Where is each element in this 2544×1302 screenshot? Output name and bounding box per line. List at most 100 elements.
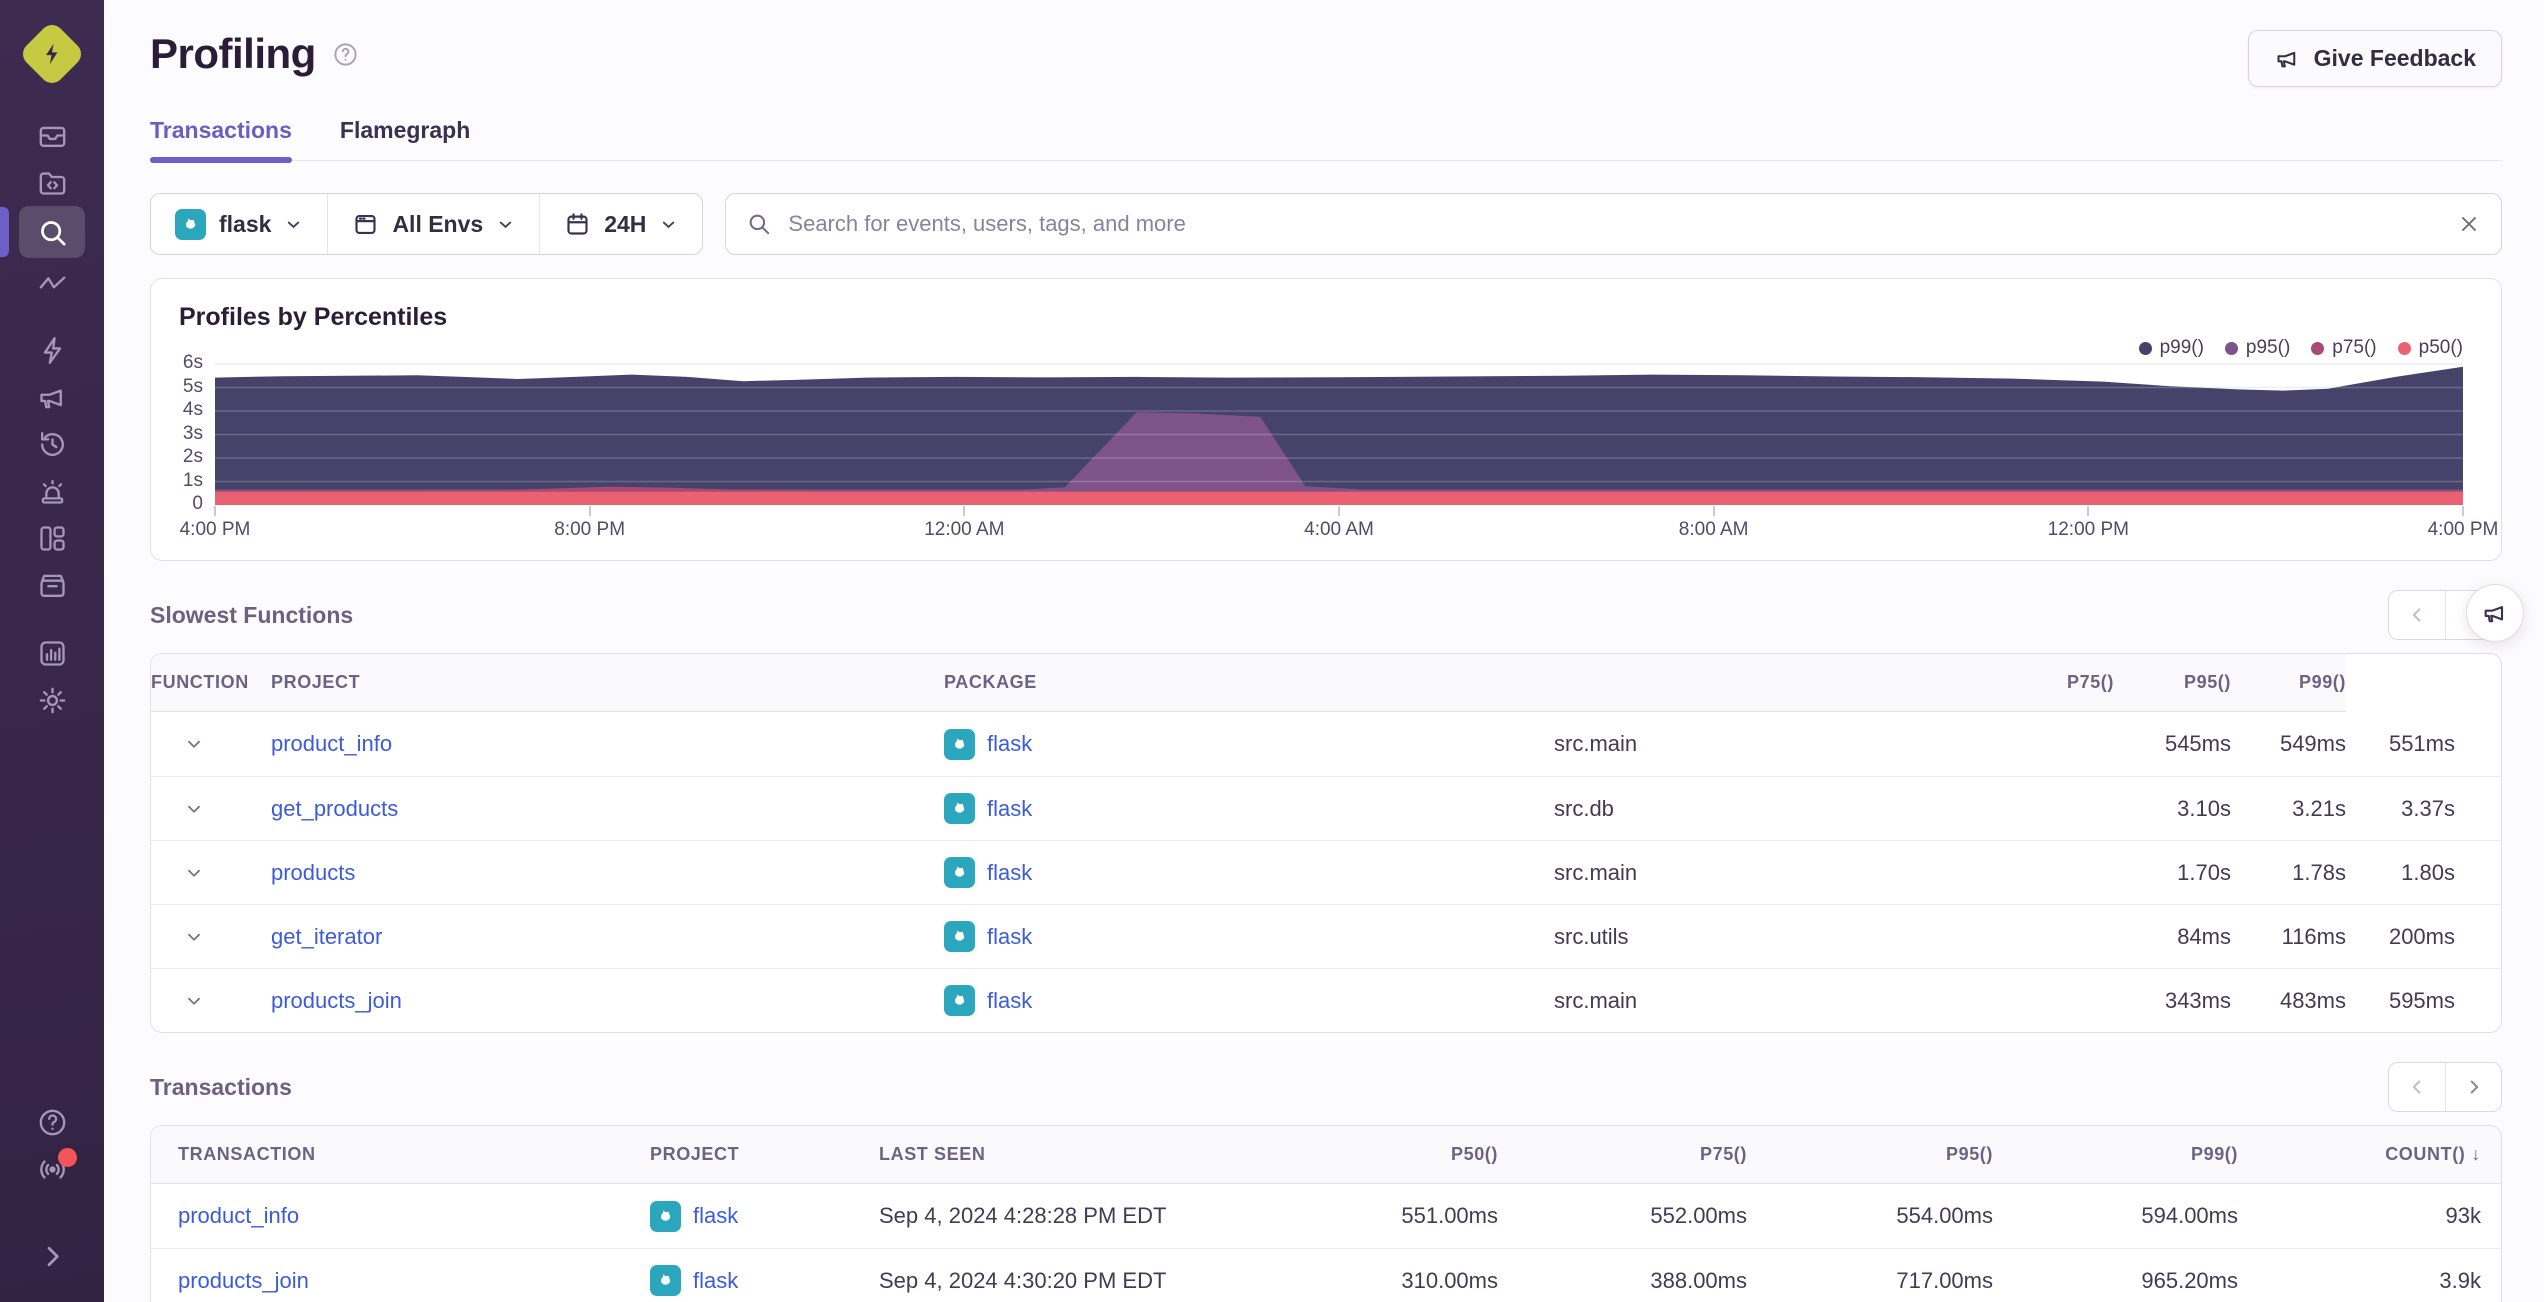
calendar-icon <box>564 211 591 238</box>
sidebar-item-replays[interactable] <box>19 421 85 467</box>
column-header-p99[interactable]: P99() <box>2231 654 2346 712</box>
project-link[interactable]: flask <box>987 988 1032 1014</box>
sidebar-item-feedback[interactable] <box>19 374 85 420</box>
expand-row-button[interactable] <box>151 990 271 1012</box>
p95-cell: 483ms <box>2231 968 2346 1032</box>
x-axis-tick-label: 4:00 PM <box>179 519 251 540</box>
page-header: Profiling Give Feedback <box>150 0 2502 87</box>
slowest-functions-header-row: FUNCTION PROJECT PACKAGE P75() P95() P99() <box>151 654 2501 712</box>
column-header-count[interactable]: COUNT() ↓ <box>2238 1126 2501 1184</box>
close-icon[interactable] <box>2457 212 2481 236</box>
x-axis-tick <box>1338 506 1340 516</box>
p95-cell: 717.00ms <box>1747 1248 1993 1302</box>
sidebar-item-alerts[interactable] <box>19 468 85 514</box>
sidebar-item-help[interactable] <box>19 1099 85 1145</box>
page-filter-group: flask All Envs 24H <box>150 193 704 255</box>
p95-cell: 116ms <box>2231 904 2346 968</box>
app-root: Profiling Give Feedback Transactions Fla… <box>0 0 2544 1302</box>
expand-row-button[interactable] <box>151 926 271 948</box>
expand-row-button[interactable] <box>151 862 271 884</box>
function-link[interactable]: get_iterator <box>271 924 382 949</box>
expand-row-button[interactable] <box>151 733 271 755</box>
transactions-pager <box>2388 1062 2502 1112</box>
column-header-p95[interactable]: P95() <box>2114 654 2231 712</box>
sidebar-item-traces[interactable] <box>19 259 85 305</box>
x-axis-tick <box>1712 506 1715 516</box>
sidebar <box>0 0 104 1302</box>
sidebar-item-settings[interactable] <box>19 677 85 723</box>
window-icon <box>352 211 379 238</box>
prev-page-button[interactable] <box>2389 591 2445 639</box>
function-link[interactable]: products <box>271 860 355 885</box>
sidebar-item-collapse[interactable] <box>19 1233 85 1279</box>
sidebar-item-insights[interactable] <box>19 327 85 373</box>
sentry-logo[interactable] <box>18 20 86 88</box>
tab-transactions[interactable]: Transactions <box>150 117 292 163</box>
function-link[interactable]: get_products <box>271 796 398 821</box>
traces-icon <box>36 266 69 299</box>
tab-flamegraph[interactable]: Flamegraph <box>340 117 470 160</box>
project-link[interactable]: flask <box>987 796 1032 822</box>
project-link[interactable]: flask <box>987 731 1032 757</box>
next-page-button[interactable] <box>2445 1063 2501 1111</box>
prev-page-button[interactable] <box>2389 1063 2445 1111</box>
percentiles-area-chart[interactable] <box>214 353 2464 516</box>
flask-project-icon <box>944 985 975 1016</box>
sort-desc-icon: ↓ <box>2471 1144 2481 1164</box>
transaction-link[interactable]: product_info <box>178 1203 299 1228</box>
collapse-icon <box>36 1240 69 1273</box>
y-axis-tick-label: 5s <box>182 375 203 397</box>
expand-row-button[interactable] <box>151 798 271 820</box>
table-row: product_info flask src.main 545ms 549ms 551ms <box>151 712 2501 776</box>
search-input[interactable] <box>726 194 2501 254</box>
p95-cell: 1.78s <box>2231 840 2346 904</box>
floating-feedback-button[interactable] <box>2466 584 2524 642</box>
p75-cell: 3.10s <box>2114 776 2231 840</box>
p50-cell: 310.00ms <box>1299 1248 1498 1302</box>
count-cell: 93k <box>2445 1203 2481 1228</box>
project-link[interactable]: flask <box>987 924 1032 950</box>
y-axis-tick-label: 1s <box>182 469 203 491</box>
sidebar-item-projects[interactable] <box>19 159 85 205</box>
sidebar-item-stats[interactable] <box>19 630 85 676</box>
table-row: products flask src.main 1.70s 1.78s 1.80s <box>151 840 2501 904</box>
project-filter[interactable]: flask <box>151 194 327 254</box>
give-feedback-button[interactable]: Give Feedback <box>2247 30 2502 87</box>
column-header-p75[interactable]: P75() <box>1554 654 2114 712</box>
project-link[interactable]: flask <box>693 1203 738 1229</box>
column-header-p50[interactable]: P50() <box>1299 1126 1498 1184</box>
column-header-p95[interactable]: P95() <box>1747 1126 1993 1184</box>
y-axis-tick-label: 4s <box>182 399 203 420</box>
sidebar-item-search[interactable] <box>0 206 85 258</box>
date-range-filter[interactable]: 24H <box>539 194 702 254</box>
flask-project-icon <box>650 1265 681 1296</box>
column-header-p99[interactable]: P99() <box>1993 1126 2238 1184</box>
package-cell: src.main <box>1554 840 2114 904</box>
sidebar-item-dashboards[interactable] <box>19 515 85 561</box>
sidebar-item-whats-new[interactable] <box>19 1146 85 1192</box>
page-title: Profiling <box>150 30 316 77</box>
p75-cell: 388.00ms <box>1498 1248 1747 1302</box>
help-icon[interactable] <box>332 41 359 68</box>
p99-cell: 594.00ms <box>2141 1203 2238 1228</box>
package-cell: src.main <box>1554 731 1638 756</box>
project-link[interactable]: flask <box>987 860 1032 886</box>
function-link[interactable]: products_join <box>271 988 402 1013</box>
x-axis-tick-label: 12:00 AM <box>924 519 1005 540</box>
p95-cell: 3.21s <box>2231 776 2346 840</box>
p75-cell: 545ms <box>2164 731 2231 756</box>
column-header-p75[interactable]: P75() <box>1498 1126 1747 1184</box>
project-link[interactable]: flask <box>693 1268 738 1294</box>
transaction-link[interactable]: products_join <box>178 1268 309 1293</box>
x-axis-tick-label: 4:00 AM <box>1304 519 1374 540</box>
sidebar-item-issues[interactable] <box>19 112 85 158</box>
sidebar-item-releases[interactable] <box>19 562 85 608</box>
p50-cell: 551.00ms <box>1401 1203 1498 1228</box>
environment-filter[interactable]: All Envs <box>327 194 539 254</box>
chart-x-axis: 4:00 PM 8:00 PM 12:00 AM 4:00 AM 8:00 AM 12:0… <box>180 519 2499 543</box>
project-filter-label: flask <box>219 210 272 237</box>
search-bar <box>725 193 2502 255</box>
function-link[interactable]: product_info <box>271 731 392 756</box>
package-cell: src.main <box>1554 968 2114 1032</box>
transactions-title: Transactions <box>150 1073 292 1100</box>
